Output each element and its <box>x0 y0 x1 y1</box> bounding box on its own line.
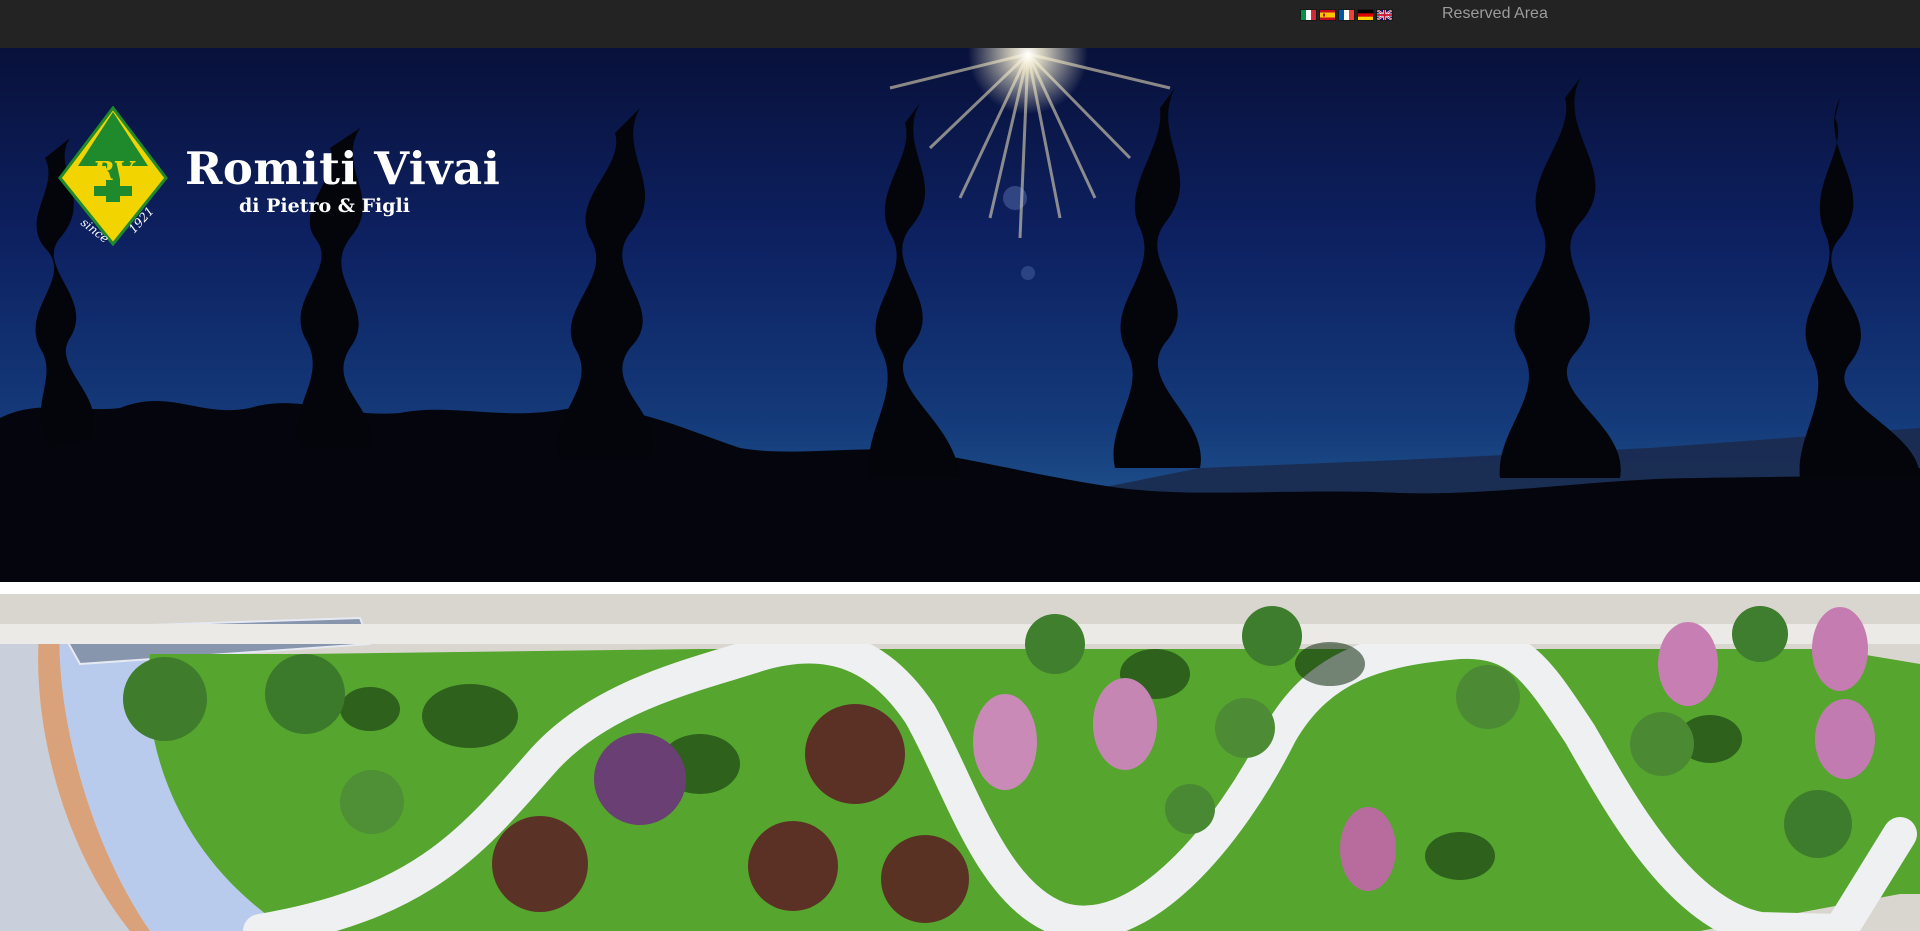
france-flag-icon[interactable] <box>1339 10 1354 20</box>
brand-subtitle: di Pietro & Figli <box>239 195 410 217</box>
italy-flag-icon[interactable] <box>1301 10 1316 20</box>
logo-monogram: RV <box>92 157 137 187</box>
hero-image <box>0 48 1920 582</box>
logo-emblem-icon: RV since 1921 <box>58 106 168 246</box>
brand-title: Romiti Vivai <box>185 142 501 195</box>
section-divider <box>0 582 1920 594</box>
spain-flag-icon[interactable] <box>1320 10 1335 20</box>
language-selector <box>1301 10 1392 20</box>
top-bar: Reserved Area <box>0 0 1920 48</box>
uk-flag-icon[interactable] <box>1377 10 1392 20</box>
brand-name: Romiti Vivai di Pietro & Figli <box>185 144 500 218</box>
garden-image <box>0 594 1920 931</box>
hero-banner: RV since 1921 Romiti Vivai di Pietro & F… <box>0 48 1920 582</box>
germany-flag-icon[interactable] <box>1358 10 1373 20</box>
reserved-area-link[interactable]: Reserved Area <box>1442 5 1548 23</box>
garden-photo <box>0 594 1920 931</box>
